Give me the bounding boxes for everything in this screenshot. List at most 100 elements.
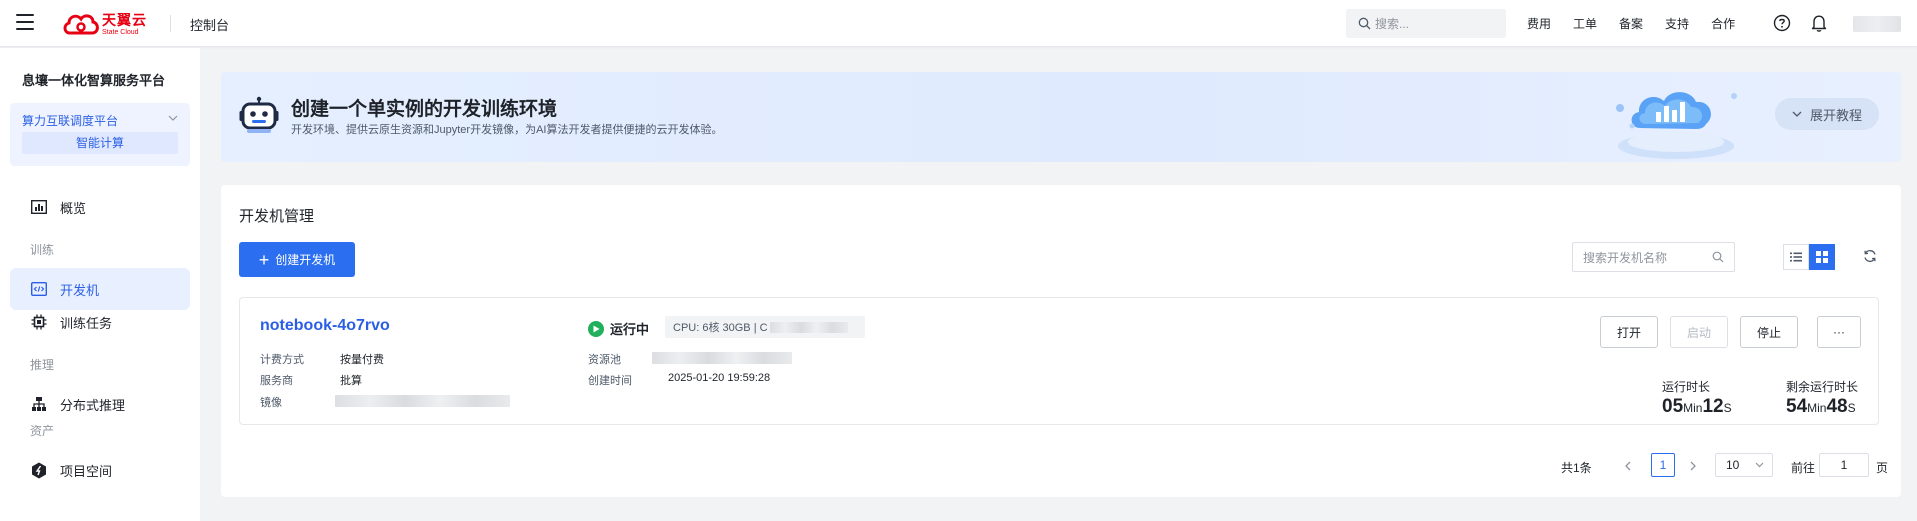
platform-name: 算力互联调度平台: [22, 114, 119, 128]
page-size-select[interactable]: 10: [1715, 453, 1773, 477]
goto-page-input[interactable]: 1: [1819, 453, 1869, 477]
nav-link-tickets[interactable]: 工单: [1573, 15, 1597, 32]
sidebar-item-label: 项目空间: [60, 463, 113, 479]
chart-icon: [30, 198, 48, 216]
platform-sub-item[interactable]: 智能计算: [22, 132, 178, 154]
sidebar-item-label: 训练任务: [60, 315, 113, 331]
global-search-placeholder: 搜索...: [1375, 17, 1410, 31]
chevron-down-icon: [168, 115, 178, 121]
goto-label: 前往: [1791, 461, 1816, 475]
devmachine-name-link[interactable]: notebook-4o7rvo: [260, 317, 390, 335]
help-icon[interactable]: [1773, 14, 1791, 32]
sidebar-item-label: 概览: [60, 200, 87, 216]
spec-redacted: [769, 321, 848, 333]
sidebar: 息壤一体化智算服务平台 算力互联调度平台 智能计算 概览 训练 开发机 训练任务…: [0, 48, 200, 521]
platform-selector[interactable]: 算力互联调度平台 智能计算: [10, 103, 190, 166]
devmachine-search-placeholder: 搜索开发机名称: [1583, 250, 1668, 265]
image-value-redacted: [335, 395, 510, 407]
minutes-unit: Min: [1807, 401, 1827, 415]
sidebar-group-training: 训练: [30, 243, 55, 257]
run-seconds: 12: [1702, 396, 1724, 417]
search-icon: [1712, 251, 1724, 263]
minutes-unit: Min: [1683, 401, 1703, 415]
total-count: 共1条: [1561, 461, 1592, 475]
create-devmachine-button[interactable]: + 创建开发机: [239, 242, 355, 277]
console-link[interactable]: 控制台: [190, 15, 229, 34]
intro-banner: 创建一个单实例的开发训练环境 开发环境、提供云原生资源和Jupyter开发镜像，…: [221, 72, 1901, 162]
devmachine-card: notebook-4o7rvo 计费方式 按量付费 服务商 批算 镜像 运行中 …: [239, 297, 1879, 425]
cube-icon: [30, 461, 48, 479]
chevron-left-icon[interactable]: [1624, 461, 1631, 471]
refresh-icon[interactable]: [1863, 249, 1877, 263]
brand-logo[interactable]: 天翼云 State Cloud: [62, 10, 154, 38]
billing-label: 计费方式: [260, 354, 304, 366]
dev-machine-panel: 开发机管理 + 创建开发机 搜索开发机名称 notebook-4o7rvo 计费…: [221, 185, 1901, 497]
seconds-unit: S: [1847, 401, 1856, 415]
spec-text: CPU: 6核 30GB | C: [673, 322, 768, 334]
robot-icon: [239, 96, 279, 134]
provider-value: 批算: [340, 375, 362, 387]
logo-text-en: State Cloud: [102, 28, 139, 36]
search-icon: [1358, 17, 1371, 30]
provider-row: 服务商 批算: [260, 372, 362, 388]
sidebar-item-label: 开发机: [60, 282, 100, 298]
nav-link-filing[interactable]: 备案: [1619, 15, 1643, 32]
spec-tag: CPU: 6核 30GB | C: [665, 316, 865, 338]
pool-value-redacted: [652, 352, 792, 364]
banner-title: 创建一个单实例的开发训练环境: [291, 99, 558, 120]
create-devmachine-label: 创建开发机: [275, 253, 336, 267]
more-button[interactable]: ···: [1817, 316, 1861, 348]
sidebar-item-project-space[interactable]: 项目空间: [10, 449, 190, 491]
nav-link-billing[interactable]: 费用: [1527, 15, 1551, 32]
provider-label: 服务商: [260, 375, 293, 387]
cloud-chart-illustration: [1596, 72, 1756, 162]
sidebar-item-distributed-inference[interactable]: 分布式推理: [10, 383, 190, 425]
run-duration-value: 05Min12S: [1662, 396, 1732, 418]
created-row: 创建时间 2025-01-20 19:59:28: [588, 372, 770, 388]
global-search-input[interactable]: 搜索...: [1346, 9, 1506, 38]
chevron-down-icon: [1755, 462, 1764, 468]
nav-link-support[interactable]: 支持: [1665, 15, 1689, 32]
list-view-button[interactable]: [1783, 244, 1809, 270]
stop-button[interactable]: 停止: [1740, 316, 1798, 348]
remaining-duration-value: 54Min48S: [1786, 396, 1856, 418]
page-title: 开发机管理: [239, 208, 315, 225]
grid-view-button[interactable]: [1809, 244, 1835, 270]
chevron-down-icon: [1792, 111, 1802, 117]
logo-text-cn: 天翼云: [102, 11, 147, 28]
remaining-minutes: 54: [1786, 396, 1808, 417]
devmachine-search-input[interactable]: 搜索开发机名称: [1572, 242, 1735, 272]
image-row: 镜像: [260, 394, 282, 410]
plus-icon: +: [258, 249, 270, 270]
bell-icon[interactable]: [1810, 13, 1828, 33]
seconds-unit: S: [1723, 401, 1732, 415]
image-label: 镜像: [260, 397, 282, 409]
cloud-logo-icon: [62, 11, 100, 37]
billing-value: 按量付费: [340, 354, 384, 366]
hierarchy-icon: [30, 395, 48, 413]
list-icon: [1790, 252, 1802, 262]
page-number-current[interactable]: 1: [1651, 453, 1675, 477]
nav-link-partner[interactable]: 合作: [1711, 15, 1735, 32]
play-icon: [588, 320, 604, 337]
chip-icon: [30, 313, 48, 331]
menu-icon[interactable]: [16, 14, 34, 30]
sidebar-title: 息壤一体化智算服务平台: [22, 73, 166, 88]
chevron-right-icon[interactable]: [1690, 461, 1697, 471]
expand-tutorial-button[interactable]: 展开教程: [1775, 98, 1879, 130]
billing-row: 计费方式 按量付费: [260, 351, 384, 367]
status-badge: 运行中: [588, 319, 649, 338]
sidebar-item-training-tasks[interactable]: 训练任务: [10, 301, 190, 343]
grid-icon: [1816, 251, 1828, 263]
page-size-value: 10: [1726, 458, 1740, 472]
created-label: 创建时间: [588, 375, 632, 387]
remaining-duration-label: 剩余运行时长: [1786, 380, 1859, 394]
sidebar-group-assets: 资产: [30, 424, 55, 438]
pool-row: 资源池: [588, 351, 621, 367]
code-icon: [30, 280, 48, 298]
start-button[interactable]: 启动: [1670, 316, 1728, 348]
user-avatar[interactable]: [1853, 16, 1901, 32]
divider: [170, 15, 171, 32]
sidebar-item-overview[interactable]: 概览: [10, 186, 190, 228]
open-button[interactable]: 打开: [1600, 316, 1658, 348]
